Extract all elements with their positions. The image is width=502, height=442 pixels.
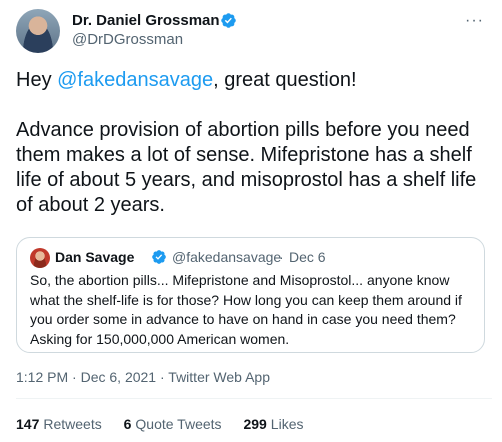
quoted-author-name: Dan Savage	[55, 249, 135, 265]
tweet-time[interactable]: 1:12 PM	[16, 369, 68, 385]
likes-stat[interactable]: 299 Likes	[243, 416, 303, 432]
quoted-separator: ·	[279, 249, 284, 265]
quote-tweets-stat[interactable]: 6 Quote Tweets	[124, 416, 222, 432]
mention-link[interactable]: @fakedansavage	[57, 69, 213, 91]
author-avatar[interactable]	[16, 9, 60, 53]
divider	[16, 398, 492, 399]
tweet-stats: 147 Retweets 6 Quote Tweets 299 Likes	[16, 416, 321, 432]
quote-tweets-count: 6	[123, 416, 132, 432]
meta-separator: ·	[156, 369, 169, 385]
quoted-tweet[interactable]: Dan Savage @fakedansavage · Dec 6 So, th…	[16, 237, 485, 353]
retweets-count: 147	[16, 416, 40, 432]
quote-tweets-label: Quote Tweets	[135, 416, 222, 432]
tweet-paragraph-2: Advance provision of abortion pills befo…	[16, 119, 477, 216]
quoted-text: So, the abortion pills... Mifepristone a…	[30, 272, 462, 347]
retweets-label: Retweets	[43, 416, 102, 432]
tweet-paragraph-1: Hey @fakedansavage, great question!	[16, 68, 492, 93]
author-name[interactable]: Dr. Daniel Grossman	[72, 12, 220, 29]
author-handle[interactable]: @DrDGrossman	[72, 31, 183, 48]
tweet-text: Hey @fakedansavage, great question! Adva…	[16, 68, 492, 218]
quoted-avatar	[30, 248, 50, 268]
retweets-stat[interactable]: 147 Retweets	[16, 416, 102, 432]
quoted-author-handle: @fakedansavage	[172, 249, 282, 265]
verified-badge-icon	[221, 13, 236, 28]
tweet-source[interactable]: Twitter Web App	[168, 369, 270, 385]
more-horizontal-icon[interactable]: ···	[465, 12, 484, 30]
greeting-prefix: Hey	[16, 69, 58, 91]
greeting-suffix: , great question!	[213, 69, 357, 91]
likes-count: 299	[243, 416, 267, 432]
quoted-date: Dec 6	[289, 249, 326, 265]
verified-badge-icon	[152, 250, 166, 264]
tweet: Dr. Daniel Grossman @DrDGrossman ··· Hey…	[0, 0, 502, 442]
tweet-date[interactable]: Dec 6, 2021	[81, 369, 157, 385]
tweet-meta: 1:12 PM · Dec 6, 2021 · Twitter Web App	[16, 369, 270, 385]
likes-label: Likes	[270, 416, 304, 432]
meta-separator: ·	[68, 369, 81, 385]
